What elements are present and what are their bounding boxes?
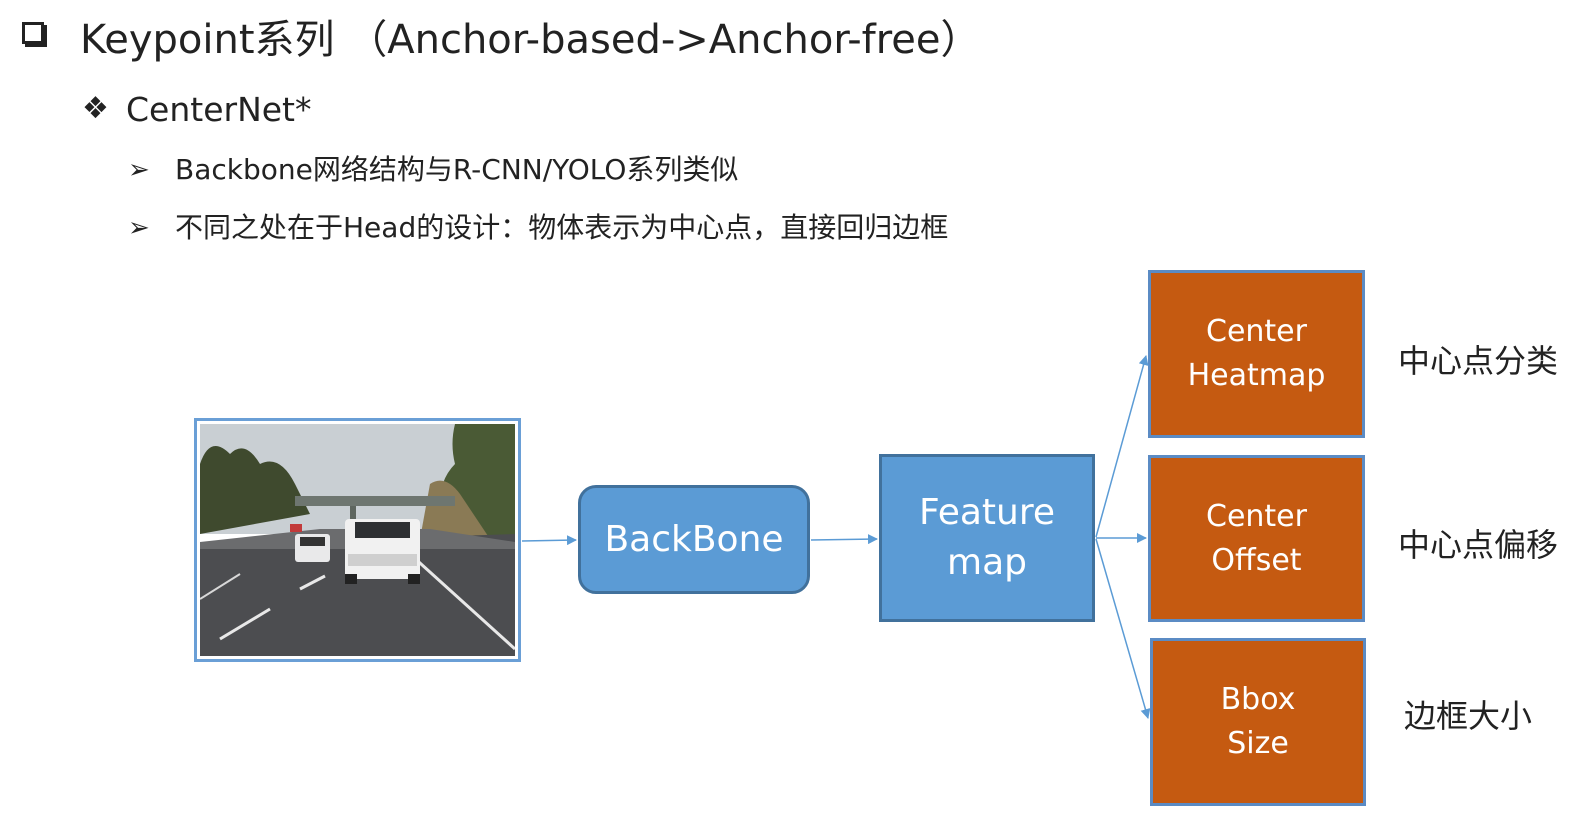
feature-map-line1: Feature — [918, 492, 1056, 533]
arrow-image-to-backbone — [521, 535, 577, 546]
feature-map-box: Feature map — [879, 454, 1095, 622]
bullet-backbone: Backbone网络结构与R-CNN/YOLO系列类似 — [175, 153, 739, 186]
center-classification-label: 中心点分类 — [1398, 342, 1559, 380]
arrow-backbone-to-feature — [810, 534, 878, 545]
square-bullet-icon — [22, 22, 44, 44]
head-label-line2: Offset — [1211, 542, 1302, 578]
head-label-line2: Size — [1227, 726, 1289, 761]
bbox-size-box: Bbox Size — [1150, 638, 1366, 806]
arrow-feature-to-heatmap — [1095, 355, 1149, 538]
road-scene-illustration — [200, 424, 515, 656]
center-offset-label: 中心点偏移 — [1398, 526, 1559, 564]
head-label-line1: Bbox — [1220, 682, 1296, 717]
head-label-line1: Center — [1206, 314, 1307, 349]
feature-map-line2: map — [947, 542, 1027, 583]
arrow-bullet-icon: ➢ — [128, 213, 150, 243]
input-image — [194, 418, 521, 662]
arrow-feature-to-size — [1095, 538, 1151, 719]
head-label-line1: Center — [1206, 498, 1307, 534]
bullet-head-design: 不同之处在于Head的设计：物体表示为中心点，直接回归边框 — [175, 211, 949, 244]
center-offset-box: Center Offset — [1148, 455, 1365, 622]
head-label-line2: Heatmap — [1187, 358, 1326, 393]
backbone-box: BackBone — [578, 485, 810, 594]
section-title: CenterNet* — [126, 90, 312, 129]
slide-title: Keypoint系列 （Anchor-based->Anchor-free） — [80, 17, 981, 63]
arrow-bullet-icon: ➢ — [128, 155, 150, 185]
center-heatmap-box: Center Heatmap — [1148, 270, 1365, 438]
diamond-bullet-icon: ❖ — [82, 91, 109, 126]
box-size-label: 边框大小 — [1404, 697, 1533, 735]
